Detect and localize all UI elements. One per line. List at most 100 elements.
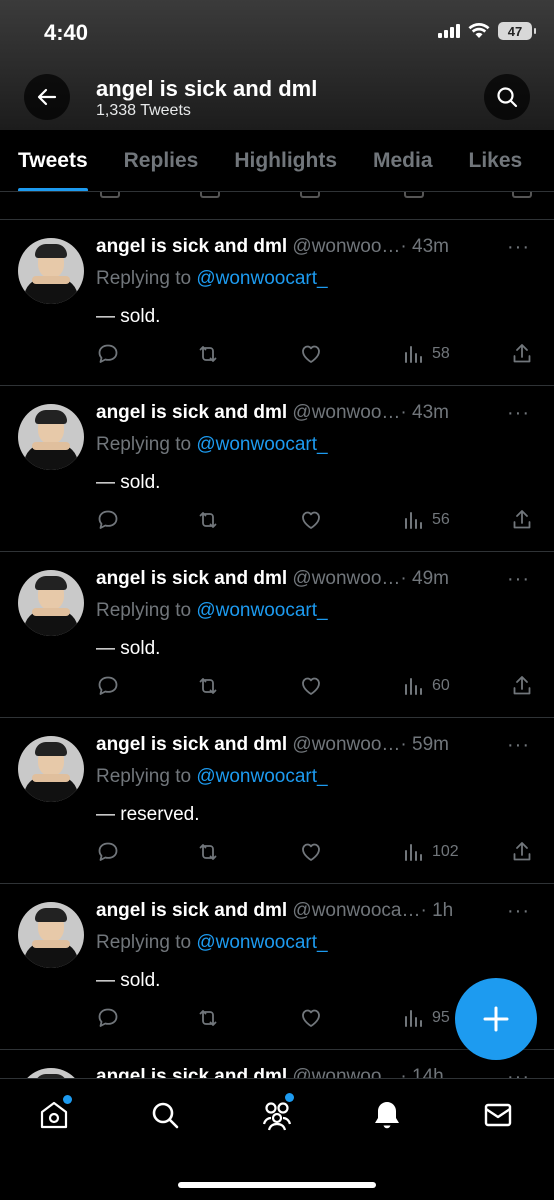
share-button[interactable] bbox=[510, 506, 534, 534]
compose-button[interactable] bbox=[455, 978, 537, 1060]
author-name[interactable]: angel is sick and dml bbox=[96, 236, 287, 257]
like-button[interactable] bbox=[299, 1004, 323, 1032]
reply-button[interactable] bbox=[96, 672, 120, 700]
retweet-button[interactable] bbox=[196, 838, 220, 866]
tab-media[interactable]: Media bbox=[355, 130, 451, 191]
replying-to: Replying to @wonwoocart_ bbox=[96, 766, 328, 788]
tweet-feed[interactable]: angel is sick and dml @wonwoo…· 43m ··· … bbox=[0, 192, 554, 1078]
system-icons: 47 bbox=[438, 22, 536, 40]
author-handle[interactable]: @wonwoo… bbox=[292, 568, 400, 589]
tweet-time: · 49m bbox=[400, 568, 449, 589]
tweet[interactable]: angel is sick and dml @wonwoo…· 14h ··· bbox=[0, 1050, 554, 1078]
back-button[interactable] bbox=[24, 74, 70, 120]
tweet-header: angel is sick and dml @wonwooca…· 1h bbox=[96, 900, 496, 922]
author-handle[interactable]: @wonwoo… bbox=[292, 734, 400, 755]
views-button[interactable]: 102 bbox=[402, 838, 459, 866]
mention-link[interactable]: @wonwoocart_ bbox=[196, 932, 327, 953]
tab-highlights[interactable]: Highlights bbox=[216, 130, 355, 191]
clock: 4:40 bbox=[44, 20, 89, 45]
tweet[interactable]: angel is sick and dml @wonwoo…· 43m ··· … bbox=[0, 386, 554, 552]
share-icon bbox=[513, 842, 531, 861]
avatar[interactable] bbox=[18, 736, 84, 802]
author-name[interactable]: angel is sick and dml bbox=[96, 900, 287, 921]
replying-to: Replying to @wonwoocart_ bbox=[96, 600, 328, 622]
avatar[interactable] bbox=[18, 570, 84, 636]
tweet[interactable]: angel is sick and dml @wonwoo…· 59m ··· … bbox=[0, 718, 554, 884]
author-handle[interactable]: @wonwoo… bbox=[292, 236, 400, 257]
arrow-left-icon bbox=[37, 88, 57, 106]
tab-tweets[interactable]: Tweets bbox=[0, 130, 106, 191]
views-button[interactable]: 58 bbox=[402, 340, 450, 368]
search-button[interactable] bbox=[484, 74, 530, 120]
nav-communities[interactable] bbox=[257, 1093, 297, 1135]
wifi-icon bbox=[468, 23, 490, 38]
like-button[interactable] bbox=[299, 672, 323, 700]
more-options-button[interactable]: ··· bbox=[507, 1066, 530, 1078]
views-button[interactable]: 60 bbox=[402, 672, 450, 700]
replying-to: Replying to @wonwoocart_ bbox=[96, 268, 328, 290]
heart-icon bbox=[302, 843, 320, 861]
like-button[interactable] bbox=[299, 506, 323, 534]
like-button[interactable] bbox=[299, 838, 323, 866]
share-button[interactable] bbox=[510, 672, 534, 700]
retweet-button[interactable] bbox=[196, 1004, 220, 1032]
view-count: 56 bbox=[432, 511, 450, 528]
author-name[interactable]: angel is sick and dml bbox=[96, 734, 287, 755]
author-handle[interactable]: @wonwooca… bbox=[292, 900, 420, 921]
tweet-actions: 56 bbox=[96, 506, 536, 534]
views-button[interactable]: 95 bbox=[402, 1004, 450, 1032]
heart-icon bbox=[302, 511, 320, 529]
nav-explore[interactable] bbox=[145, 1095, 185, 1135]
partial-tweet-actions bbox=[0, 192, 554, 220]
avatar[interactable] bbox=[18, 902, 84, 968]
reply-icon bbox=[98, 510, 118, 529]
reply-button[interactable] bbox=[96, 340, 120, 368]
mention-link[interactable]: @wonwoocart_ bbox=[196, 600, 327, 621]
nav-home[interactable] bbox=[34, 1095, 74, 1135]
nav-notifications[interactable] bbox=[367, 1095, 407, 1135]
author-handle[interactable]: @wonwoo… bbox=[292, 402, 400, 423]
mention-link[interactable]: @wonwoocart_ bbox=[196, 434, 327, 455]
retweet-button[interactable] bbox=[196, 340, 220, 368]
signal-icon bbox=[438, 24, 460, 38]
avatar[interactable] bbox=[18, 404, 84, 470]
more-options-button[interactable]: ··· bbox=[507, 734, 530, 757]
more-options-button[interactable]: ··· bbox=[507, 568, 530, 591]
mention-link[interactable]: @wonwoocart_ bbox=[196, 766, 327, 787]
author-name[interactable]: angel is sick and dml bbox=[96, 1066, 287, 1078]
author-name[interactable]: angel is sick and dml bbox=[96, 402, 287, 423]
views-icon bbox=[405, 844, 422, 861]
more-options-button[interactable]: ··· bbox=[507, 900, 530, 923]
share-button[interactable] bbox=[510, 340, 534, 368]
reply-button[interactable] bbox=[96, 1004, 120, 1032]
share-icon bbox=[513, 510, 531, 529]
reply-button[interactable] bbox=[96, 506, 120, 534]
tab-replies[interactable]: Replies bbox=[106, 130, 217, 191]
retweet-button[interactable] bbox=[196, 506, 220, 534]
tab-likes[interactable]: Likes bbox=[451, 130, 541, 191]
share-button[interactable] bbox=[510, 838, 534, 866]
author-handle[interactable]: @wonwoo… bbox=[292, 1066, 400, 1078]
more-options-button[interactable]: ··· bbox=[507, 236, 530, 259]
avatar[interactable] bbox=[18, 238, 84, 304]
reply-button[interactable] bbox=[96, 838, 120, 866]
more-options-button[interactable]: ··· bbox=[507, 402, 530, 425]
views-button[interactable]: 56 bbox=[402, 506, 450, 534]
like-button[interactable] bbox=[299, 340, 323, 368]
view-count: 102 bbox=[432, 843, 459, 860]
retweet-button[interactable] bbox=[196, 672, 220, 700]
tweet[interactable]: angel is sick and dml @wonwoo…· 43m ··· … bbox=[0, 220, 554, 386]
tweet-header: angel is sick and dml @wonwoo…· 14h bbox=[96, 1066, 496, 1078]
tweet[interactable]: angel is sick and dml @wonwoo…· 49m ··· … bbox=[0, 552, 554, 718]
reply-icon bbox=[98, 842, 118, 861]
replying-to-label: Replying to bbox=[96, 268, 192, 289]
nav-messages[interactable] bbox=[478, 1095, 518, 1135]
profile-name: angel is sick and dml bbox=[96, 76, 318, 101]
mention-link[interactable]: @wonwoocart_ bbox=[196, 268, 327, 289]
replying-to-label: Replying to bbox=[96, 932, 192, 953]
avatar[interactable] bbox=[18, 1068, 84, 1078]
view-count: 58 bbox=[432, 345, 450, 362]
status-bar: 4:40 47 bbox=[0, 0, 554, 64]
author-name[interactable]: angel is sick and dml bbox=[96, 568, 287, 589]
battery-indicator: 47 bbox=[498, 22, 536, 40]
